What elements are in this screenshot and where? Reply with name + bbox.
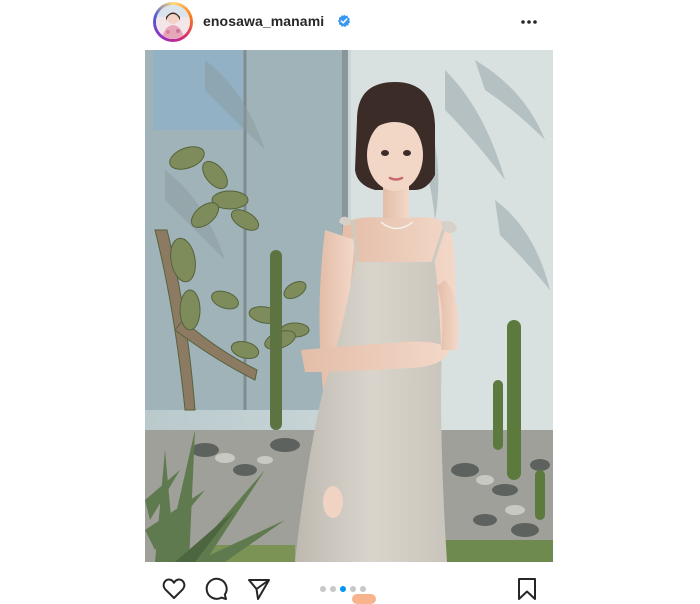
carousel-dot [360, 586, 366, 592]
nav-indicator [352, 594, 376, 604]
photo-woman-cactus-garden [145, 50, 553, 562]
verified-badge-icon [337, 14, 351, 28]
post-action-bar [145, 562, 553, 600]
send-icon[interactable] [246, 576, 272, 602]
comment-icon[interactable] [203, 576, 229, 602]
more-options-icon[interactable] [515, 12, 543, 32]
instagram-post-card: enosawa_manami [145, 0, 553, 600]
avatar-image [156, 5, 190, 39]
carousel-dot [320, 586, 326, 592]
bookmark-icon[interactable] [514, 576, 540, 602]
post-username[interactable]: enosawa_manami [203, 13, 324, 29]
post-photo[interactable] [145, 50, 553, 562]
carousel-dot-active [340, 586, 346, 592]
carousel-dot [330, 586, 336, 592]
avatar[interactable] [156, 5, 190, 39]
carousel-dot [350, 586, 356, 592]
avatar-story-ring[interactable] [153, 2, 193, 42]
heart-icon[interactable] [161, 576, 187, 602]
post-header: enosawa_manami [145, 0, 553, 48]
